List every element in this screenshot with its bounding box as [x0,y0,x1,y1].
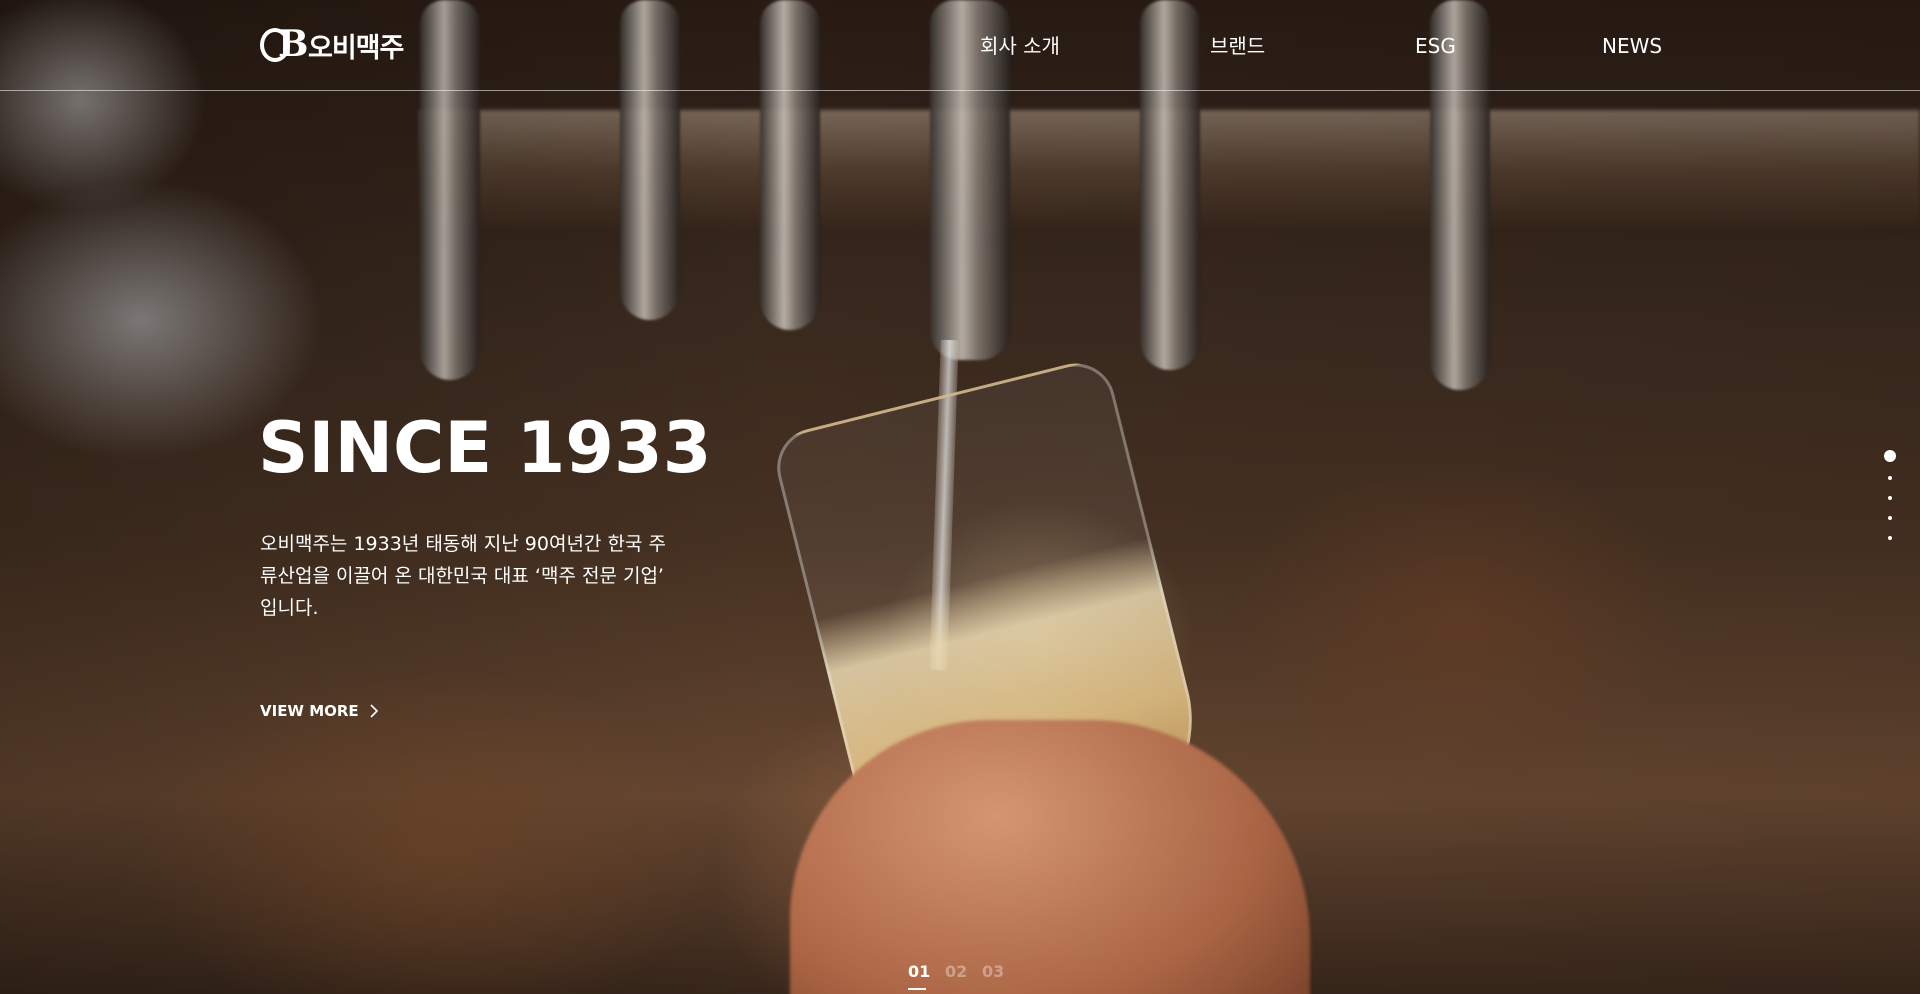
view-more-link[interactable]: VIEW MORE [260,700,381,722]
slide-dot-5[interactable] [1888,536,1892,540]
pager-active-underline [908,988,926,990]
slide-dot-1[interactable] [1884,450,1896,462]
pager-item-03[interactable]: 03 [982,960,1004,984]
nav-item-news[interactable]: NEWS [1602,32,1662,60]
site-header: B 오비맥주 회사 소개 브랜드 ESG NEWS [0,0,1920,91]
hero-description: 오비맥주는 1933년 태동해 지난 90여년간 한국 주류산업을 이끌어 온 … [260,533,666,619]
nav-item-company[interactable]: 회사 소개 [980,32,1060,60]
pager-item-01[interactable]: 01 [908,960,930,984]
hero-slide: B 오비맥주 회사 소개 브랜드 ESG NEWS SINCE 1933 오비맥… [0,0,1920,994]
slide-dots [1880,450,1900,550]
pager-item-02[interactable]: 02 [945,960,967,984]
slide-dot-4[interactable] [1888,516,1892,520]
main-nav: 회사 소개 브랜드 ESG NEWS [0,32,1920,62]
slide-dot-3[interactable] [1888,496,1892,500]
hero-title: SINCE 1933 [258,407,712,489]
background-overlay [0,0,1920,994]
slide-pager: 01 02 03 [900,960,1020,990]
nav-item-esg[interactable]: ESG [1415,32,1456,60]
view-more-label: VIEW MORE [260,702,359,720]
nav-item-brand[interactable]: 브랜드 [1210,32,1265,60]
chevron-right-icon [370,704,378,718]
slide-dot-2[interactable] [1888,476,1892,480]
